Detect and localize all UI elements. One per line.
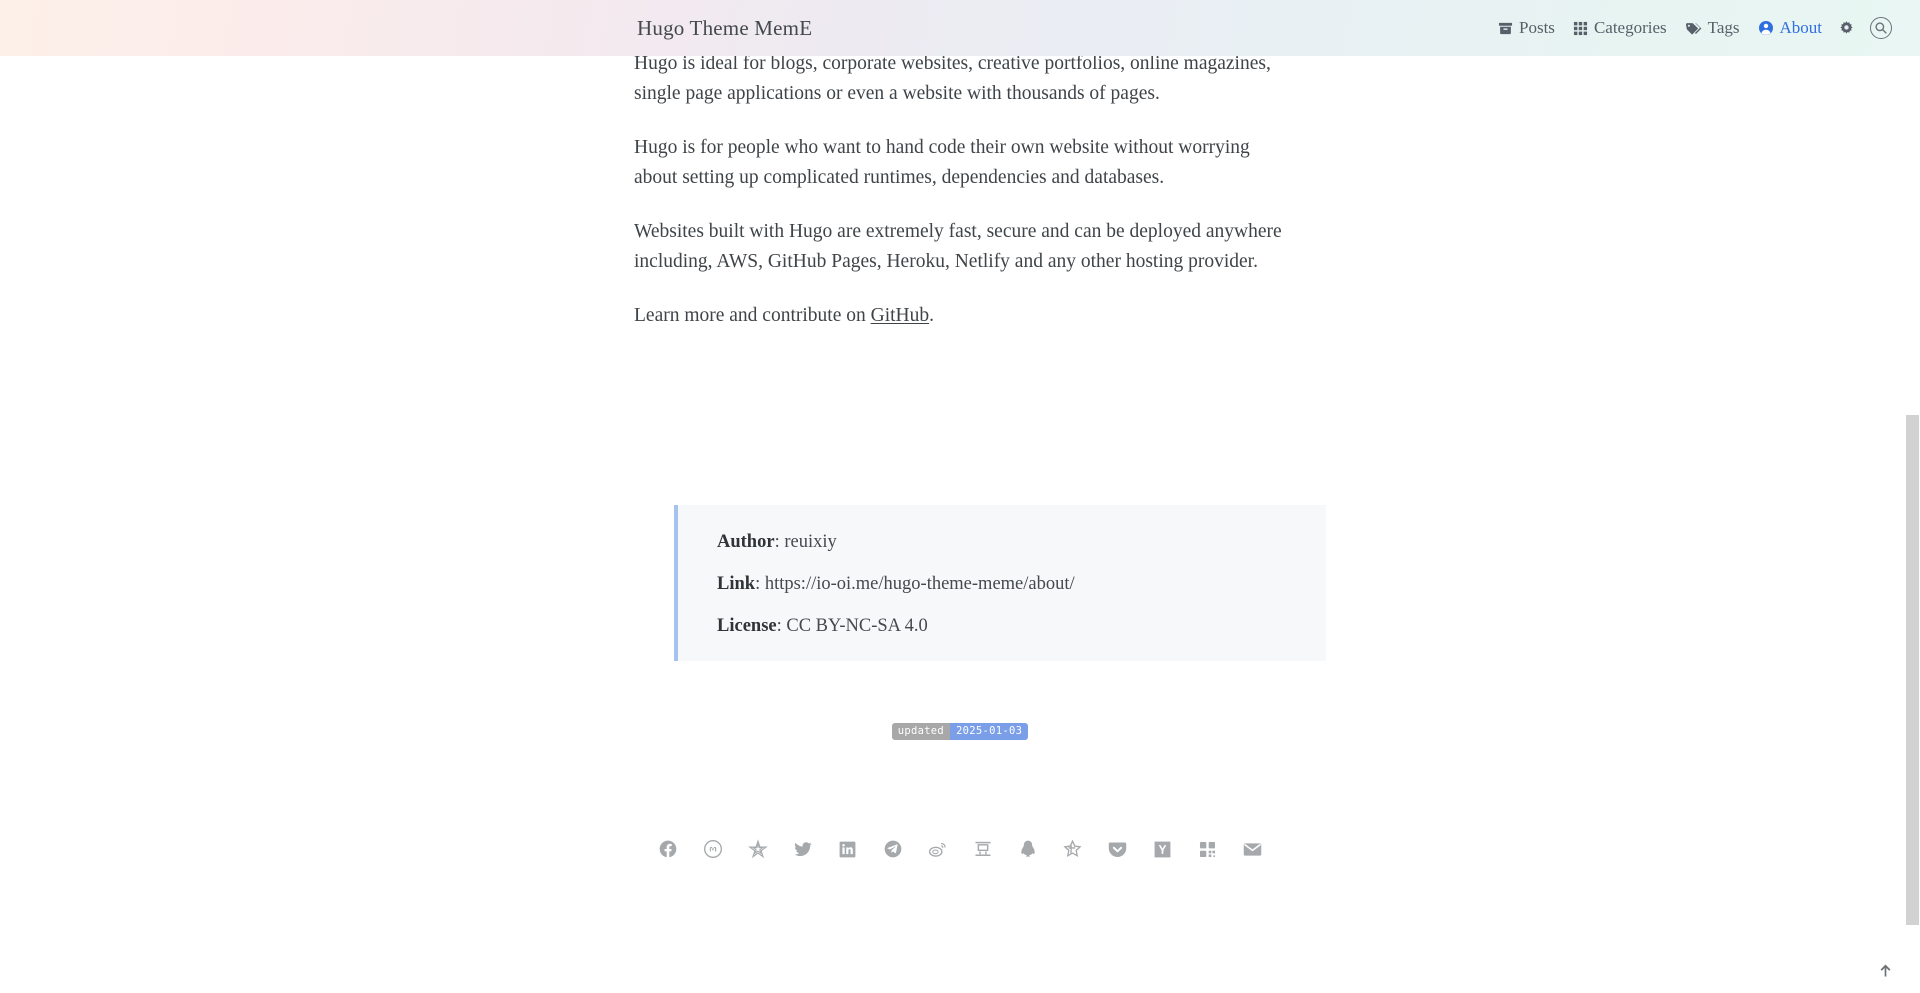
copyright-link-value[interactable]: https://io-oi.me/hugo-theme-meme/about/ <box>765 574 1075 594</box>
linkedin-icon[interactable] <box>837 838 859 860</box>
nav-item-about-label: About <box>1779 18 1823 37</box>
nav-item-categories-label: Categories <box>1593 18 1667 37</box>
updated-badge[interactable]: updated 2025-01-03 <box>891 723 1029 740</box>
search-button[interactable] <box>1862 0 1900 56</box>
paragraph-1: Hugo is ideal for blogs, corporate websi… <box>634 53 1271 104</box>
copyright-blockquote: Author: reuixiy Link: https://io-oi.me/h… <box>674 505 1326 661</box>
email-icon[interactable] <box>1242 838 1264 860</box>
copyright-license-value: CC BY-NC-SA 4.0 <box>786 616 928 636</box>
header-inner: Hugo Theme MemE Posts Categories Tags Ab… <box>0 0 1920 56</box>
copyright-author-line: Author: reuixiy <box>717 531 1326 553</box>
arrow-up-icon <box>1880 964 1890 976</box>
nav-item-about[interactable]: About <box>1749 0 1832 56</box>
site-header: Hugo Theme MemE Posts Categories Tags Ab… <box>0 0 1920 56</box>
updated-badge-label: updated <box>891 723 951 740</box>
zhihu-icon[interactable] <box>1062 838 1084 860</box>
back-to-top-button[interactable] <box>1872 957 1898 983</box>
page-root: Hugo is ideal for blogs, corporate websi… <box>0 0 1920 993</box>
scrollbar-track[interactable] <box>1905 0 1920 993</box>
copyright-license-key: License <box>717 616 777 636</box>
archive-icon <box>1498 21 1513 36</box>
qrcode-icon[interactable] <box>1197 838 1219 860</box>
copyright-license-line: License: CC BY-NC-SA 4.0 <box>717 615 1326 637</box>
nav-item-posts-label: Posts <box>1519 18 1555 37</box>
nav-item-tags[interactable]: Tags <box>1676 0 1749 56</box>
copyright-license-sep: : <box>776 616 787 636</box>
copyright-author-key: Author <box>717 532 775 552</box>
copyright-link-sep: : <box>755 574 765 594</box>
diaspora-icon[interactable] <box>747 838 769 860</box>
nav-item-posts[interactable]: Posts <box>1489 0 1564 56</box>
mastodon-icon[interactable] <box>702 838 724 860</box>
post-meta-row: updated 2025-01-03 <box>0 723 1920 740</box>
weibo-icon[interactable] <box>927 838 949 860</box>
nav-item-tags-label: Tags <box>1707 18 1740 37</box>
paragraph-3: Websites built with Hugo are extremely f… <box>634 221 1282 272</box>
copyright-author-value: reuixiy <box>784 532 837 552</box>
qq-icon[interactable] <box>1017 838 1039 860</box>
site-title[interactable]: Hugo Theme MemE <box>637 0 812 56</box>
social-links-row <box>0 838 1920 860</box>
copyright-link-line: Link: https://io-oi.me/hugo-theme-meme/a… <box>717 573 1326 595</box>
paragraph-4-suffix: . <box>929 305 934 326</box>
pocket-icon[interactable] <box>1107 838 1129 860</box>
paragraph-4-prefix: Learn more and contribute on <box>634 305 871 326</box>
search-icon <box>1870 17 1892 39</box>
copyright-author-sep: : <box>774 532 785 552</box>
telegram-icon[interactable] <box>882 838 904 860</box>
github-link[interactable]: GitHub <box>871 305 930 326</box>
douban-icon[interactable] <box>972 838 994 860</box>
updated-badge-value: 2025-01-03 <box>950 723 1029 740</box>
post-body: Hugo is ideal for blogs, corporate websi… <box>634 49 1286 331</box>
tag-icon <box>1685 21 1702 36</box>
user-circle-icon <box>1758 20 1774 36</box>
paragraph-4: Learn more and contribute on GitHub. <box>634 301 1286 331</box>
main-navigation: Posts Categories Tags About <box>1489 0 1900 56</box>
gear-icon <box>1838 20 1855 37</box>
twitter-icon[interactable] <box>792 838 814 860</box>
nav-item-categories[interactable]: Categories <box>1564 0 1676 56</box>
grid-icon <box>1573 21 1588 36</box>
hackernews-icon[interactable] <box>1152 838 1174 860</box>
paragraph-2: Hugo is for people who want to hand code… <box>634 137 1250 188</box>
facebook-icon[interactable] <box>657 838 679 860</box>
settings-button[interactable] <box>1831 0 1862 56</box>
scrollbar-thumb[interactable] <box>1906 415 1919 925</box>
copyright-link-key: Link <box>717 574 756 594</box>
